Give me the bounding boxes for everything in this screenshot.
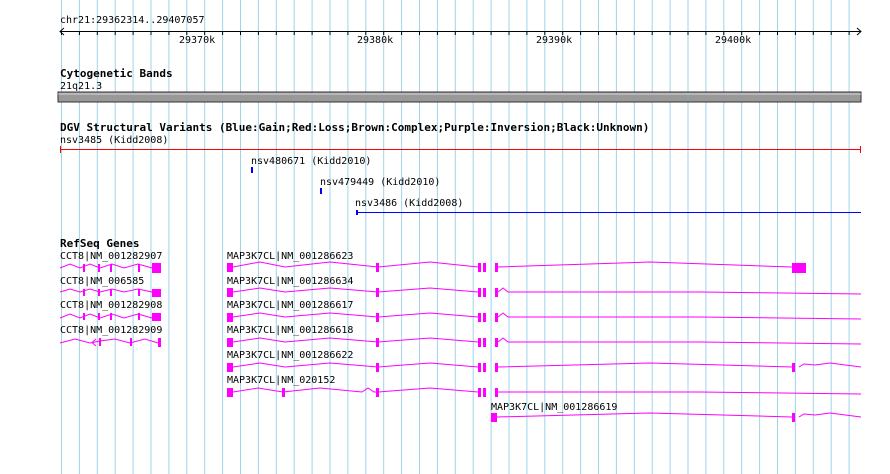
variant-nsv480671[interactable] [251, 167, 253, 173]
gene-map3k7cl-nm001286619[interactable] [491, 412, 862, 422]
gene-map3k7cl-nm001286634[interactable] [227, 287, 862, 297]
gene-cct8-nm006585[interactable] [59, 288, 161, 297]
cytoband-bar[interactable] [57, 91, 862, 103]
variant-nsv3485[interactable] [60, 146, 861, 153]
gene-map3k7cl-nm020152[interactable] [227, 387, 862, 397]
variant-nsv3486[interactable] [356, 210, 861, 215]
gene-map3k7cl-nm001286617[interactable] [227, 312, 862, 322]
gene-cct8-nm001282909[interactable] [59, 338, 161, 347]
gene-map3k7cl-nm001286618[interactable] [227, 337, 862, 347]
variant-nsv479449[interactable] [320, 188, 322, 194]
gene-map3k7cl-nm001286623[interactable] [227, 261, 806, 273]
ruler [59, 27, 862, 36]
ruler-ticks [61, 31, 850, 35]
gene-cct8-nm001282907[interactable] [59, 263, 161, 273]
gene-map3k7cl-nm001286622[interactable] [227, 362, 862, 372]
track-glyphs [57, 27, 862, 422]
gene-cct8-nm001282908[interactable] [59, 313, 161, 321]
